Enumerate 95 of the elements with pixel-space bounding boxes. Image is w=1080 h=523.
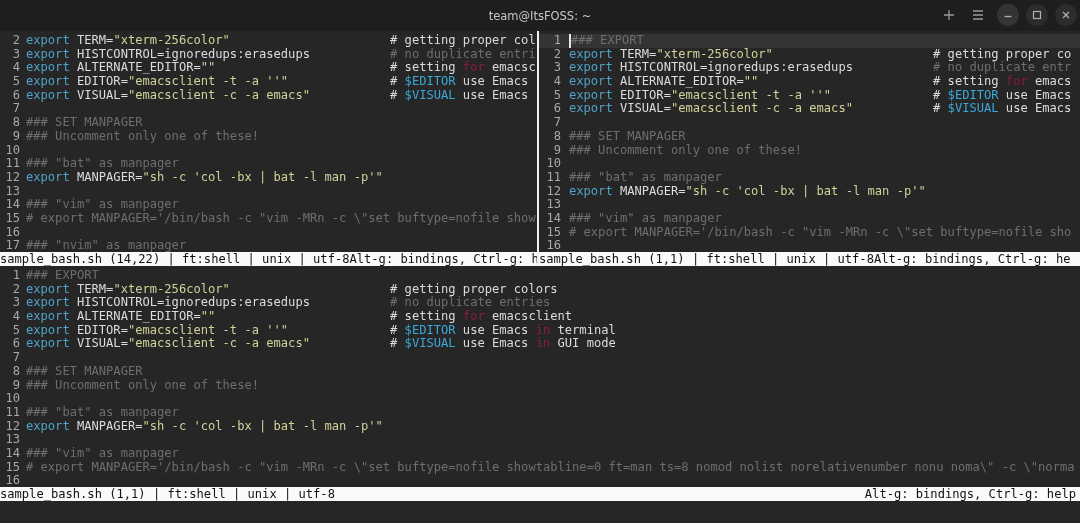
- code-line: # export MANPAGER='/bin/bash -c "vim -MRn -c \"set buftype=nofile sho: [569, 225, 1072, 240]
- code-line: export MANPAGER="sh -c 'col -bx | bat -l man -p'": [26, 419, 383, 434]
- code-line: export MANPAGER="sh -c 'col -bx | bat -l man -p'": [569, 184, 926, 199]
- code-line: ### SET MANPAGER: [569, 129, 686, 144]
- line-number: 13: [4, 184, 20, 199]
- code-line: export TERM="xterm-256color" # getting proper col: [26, 34, 536, 48]
- line-number: 12: [545, 184, 561, 199]
- line-number: 6: [552, 102, 561, 117]
- code-line: export HISTCONTROL=ignoredups:erasedups # no duplicate entri: [26, 47, 536, 62]
- line-number: 14: [4, 198, 20, 212]
- code-line: export VISUAL="emacsclient -c -a emacs" # $VISUAL use Emacs: [26, 88, 529, 103]
- code-line: ### SET MANPAGER: [26, 116, 143, 130]
- code-line: ### SET MANPAGER: [26, 364, 143, 379]
- line-number: 11: [4, 157, 20, 171]
- line-number: 16: [545, 239, 561, 253]
- line-number: 15: [545, 225, 561, 240]
- line-number: 8: [11, 364, 20, 379]
- line-number: 13: [4, 433, 20, 447]
- status-text: sample_bash.sh (1,1) | ft:shell | unix | utf-8: [539, 252, 874, 266]
- maximize-icon[interactable]: [1026, 4, 1048, 26]
- code-line: # export MANPAGER='/bin/bash -c "vim -MRn -c \"set buftype=nofile show: [26, 211, 536, 226]
- code-line: export EDITOR="emacsclient -t -a ''" # $EDITOR use Emacs: [26, 75, 529, 89]
- line-number: 7: [11, 102, 20, 117]
- line-number: 9: [11, 129, 20, 144]
- line-number: 5: [11, 75, 20, 89]
- line-number: 1: [552, 34, 561, 48]
- line-number: 9: [552, 143, 561, 158]
- line-number: 2: [11, 282, 20, 297]
- code-line: ### Uncomment only one of these!: [569, 143, 802, 158]
- key-hint: Alt-g: bindings, Ctrl-g: h: [349, 252, 537, 266]
- line-number: 14: [4, 446, 20, 461]
- code-line: export ALTERNATE_EDITOR="" # setting for emacs: [569, 75, 1072, 89]
- window-title: team@ItsFOSS: ~: [488, 8, 592, 23]
- code-line: export VISUAL="emacsclient -c -a emacs" # $VISUAL use Emacs: [569, 102, 1072, 117]
- line-number: 4: [11, 61, 20, 76]
- line-number: 6: [11, 337, 20, 352]
- line-number: 4: [11, 310, 20, 324]
- code-line: ### EXPORT: [26, 269, 99, 283]
- line-number: 16: [4, 225, 20, 240]
- line-number: 10: [4, 143, 20, 158]
- line-number: 16: [4, 474, 20, 488]
- line-number: 15: [4, 460, 20, 475]
- code-line: export HISTCONTROL=ignoredups:erasedups # no duplicate entr: [569, 61, 1072, 75]
- code-line: export ALTERNATE_EDITOR="" # setting for emacsc: [26, 61, 536, 76]
- code-line: export EDITOR="emacsclient -t -a ''" # $EDITOR use Emacs in terminal: [26, 323, 616, 337]
- code-line: ### "bat" as manpager: [569, 170, 722, 185]
- line-number: 12: [4, 419, 20, 434]
- line-number: 11: [4, 405, 20, 420]
- line-number: 8: [11, 116, 20, 130]
- code-line: export HISTCONTROL=ignoredups:erasedups # no duplicate entries: [26, 296, 551, 310]
- line-number: 17: [4, 239, 20, 253]
- code-line: export ALTERNATE_EDITOR="" # setting for emacsclient: [26, 310, 573, 324]
- status-text: sample_bash.sh (1,1) | ft:shell | unix | utf-8: [0, 487, 335, 501]
- line-number: 7: [11, 351, 20, 365]
- code-line: ### "bat" as manpager: [26, 405, 179, 420]
- code-line: ### "vim" as manpager: [26, 446, 179, 461]
- key-hint: Alt-g: bindings, Ctrl-g: help: [864, 487, 1076, 501]
- line-number: 3: [11, 47, 20, 62]
- code-line: ### "vim" as manpager: [569, 211, 722, 226]
- code-line: ### "nvim" as manpager: [26, 239, 187, 253]
- code-line: export MANPAGER="sh -c 'col -bx | bat -l man -p'": [26, 170, 383, 185]
- line-number: 3: [11, 296, 20, 311]
- line-number: 10: [545, 157, 561, 171]
- line-number: 15: [4, 211, 20, 226]
- line-number: 7: [552, 116, 561, 130]
- key-hint: Alt-g: bindings, Ctrl-g: he: [873, 252, 1071, 266]
- code-line: # export MANPAGER='/bin/bash -c "vim -MRn -c \"set buftype=nofile showtabline=0 ft=man ts=8 nomod nolist norelativenumber nonu noma\" -c \"norma: [26, 460, 1075, 475]
- line-number: 13: [545, 198, 561, 212]
- code-line: export TERM="xterm-256color" # getting proper co: [569, 47, 1072, 62]
- status-text: sample_bash.sh (14,22) | ft:shell | unix | utf-8: [0, 252, 350, 266]
- line-number: 9: [11, 378, 20, 393]
- line-number: 12: [4, 170, 20, 185]
- menu-icon[interactable]: [972, 10, 984, 20]
- line-number: 2: [11, 34, 20, 48]
- line-number: 8: [552, 129, 561, 144]
- line-number: 3: [552, 61, 561, 76]
- code-line: export TERM="xterm-256color" # getting proper colors: [26, 282, 558, 297]
- code-line: ### "vim" as manpager: [26, 198, 179, 212]
- close-icon[interactable]: [1055, 4, 1077, 26]
- line-number: 11: [545, 170, 561, 185]
- code-line: ### EXPORT: [569, 34, 644, 48]
- line-number: 10: [4, 392, 20, 406]
- code-line: ### Uncomment only one of these!: [26, 378, 259, 393]
- line-number: 1: [11, 269, 20, 283]
- line-number: 6: [11, 88, 20, 103]
- line-number: 4: [552, 75, 561, 89]
- code-line: ### Uncomment only one of these!: [26, 129, 259, 144]
- line-number: 5: [11, 323, 20, 338]
- line-number: 2: [552, 47, 561, 62]
- code-line: export VISUAL="emacsclient -c -a emacs" # $VISUAL use Emacs in GUI mode: [26, 337, 616, 352]
- plus-icon[interactable]: [943, 9, 955, 21]
- line-number: 5: [552, 88, 561, 103]
- line-number: 14: [545, 211, 561, 226]
- code-line: export EDITOR="emacsclient -t -a ''" # $EDITOR use Emacs: [569, 88, 1072, 102]
- code-line: ### "bat" as manpager: [26, 157, 179, 171]
